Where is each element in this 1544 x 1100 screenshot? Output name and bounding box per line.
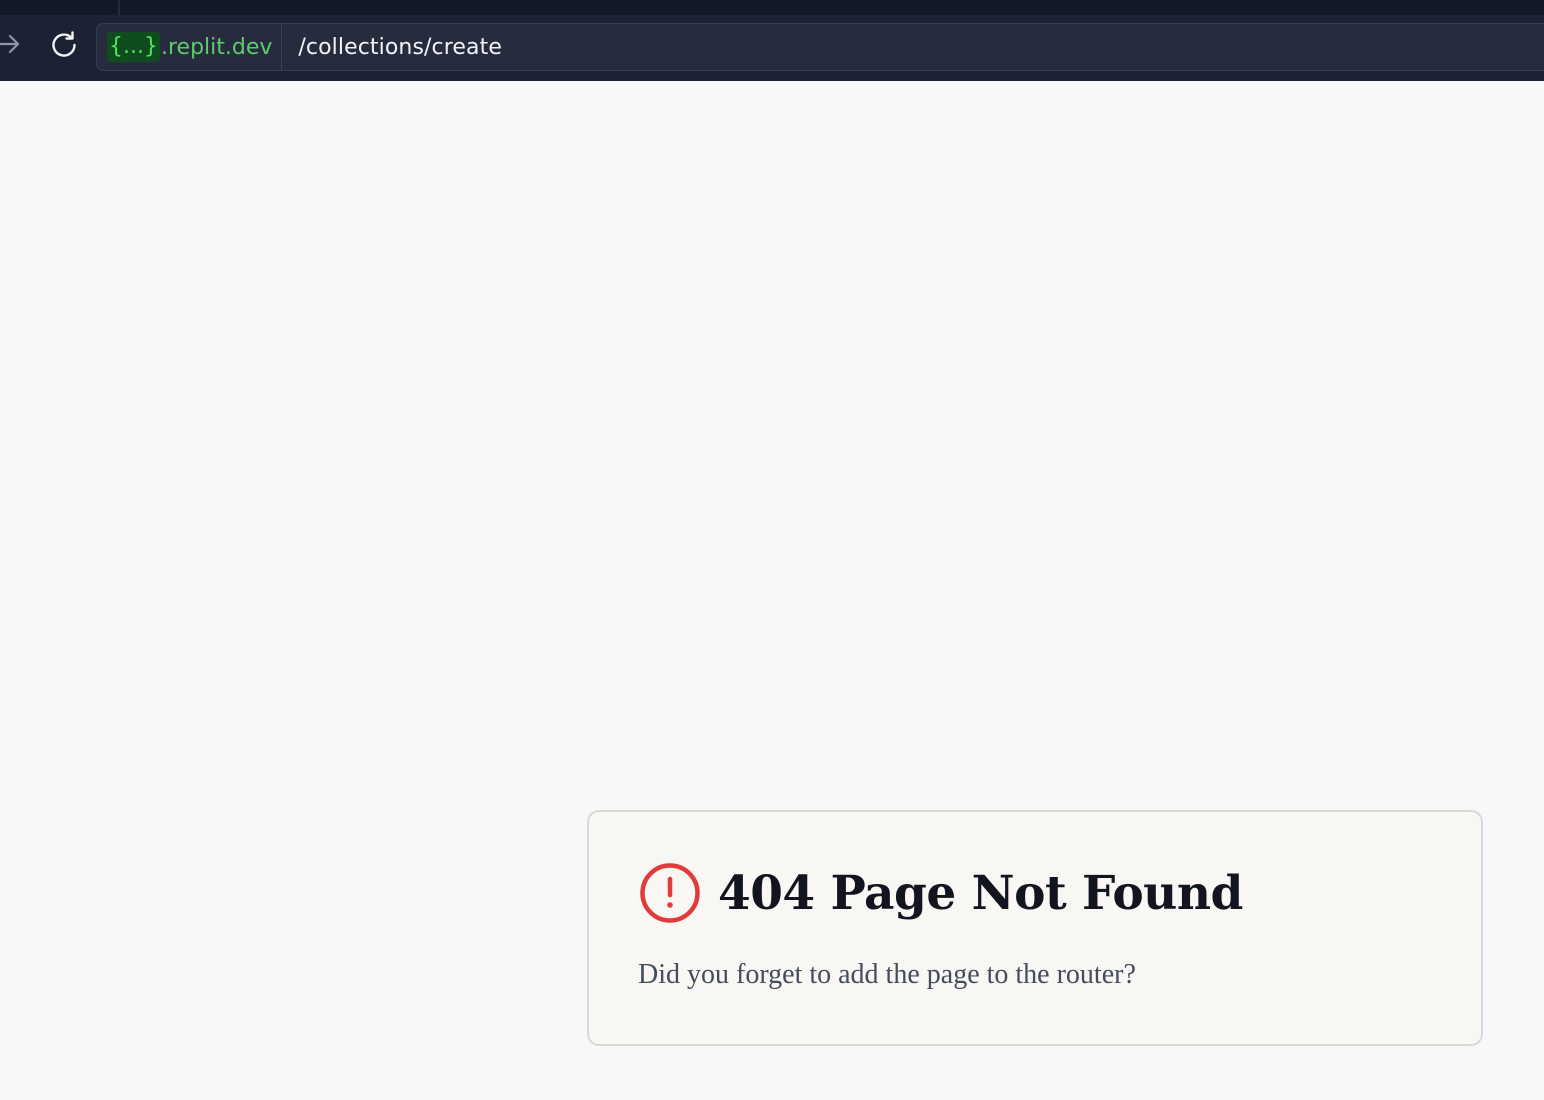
address-host[interactable]: {...} .replit.dev [97, 24, 283, 70]
host-domain: .replit.dev [160, 34, 273, 60]
page-title: 404 Page Not Found [718, 865, 1243, 921]
address-path[interactable]: /collections/create [282, 35, 502, 60]
reload-button[interactable] [46, 29, 82, 65]
tab-divider [118, 0, 120, 15]
reload-icon [48, 29, 80, 66]
browser-toolbar: {...} .replit.dev /collections/create [0, 0, 1544, 81]
forward-button[interactable] [0, 33, 24, 59]
arrow-right-icon [0, 33, 22, 60]
error-heading: 404 Page Not Found [639, 862, 1243, 924]
not-found-card: 404 Page Not Found Did you forget to add… [587, 810, 1483, 1046]
error-message: Did you forget to add the page to the ro… [638, 959, 1136, 990]
address-bar[interactable]: {...} .replit.dev /collections/create [96, 23, 1544, 71]
alert-circle-icon [639, 862, 701, 924]
page-content: 404 Page Not Found Did you forget to add… [0, 81, 1544, 1100]
tab-strip [0, 0, 1544, 15]
host-badge: {...} [107, 31, 160, 63]
